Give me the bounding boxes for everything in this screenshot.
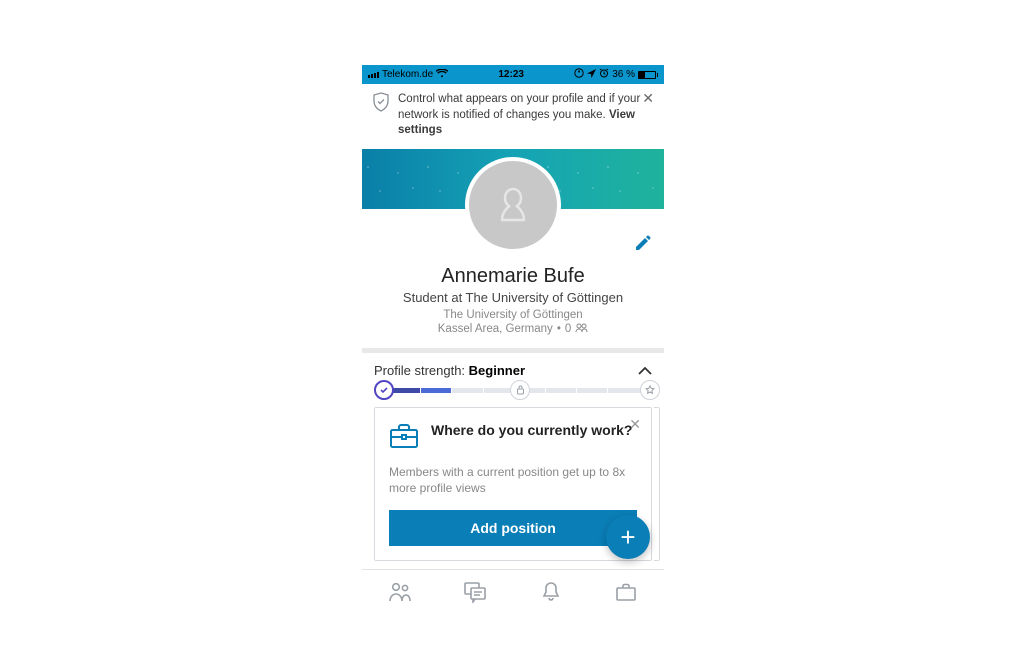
compass-icon (574, 68, 584, 81)
plus-icon: + (620, 524, 635, 550)
phone-frame: Telekom.de 12:23 36 % (362, 65, 664, 615)
lock-icon (516, 385, 525, 395)
profile-strength-section: Profile strength: Beginner (362, 353, 664, 397)
carrier-label: Telekom.de (382, 69, 433, 80)
profile-school: The University of Göttingen (372, 309, 654, 321)
alarm-icon (599, 68, 609, 81)
signal-icon (368, 72, 379, 78)
card-question: Where do you currently work? (431, 422, 632, 440)
profile-hero (362, 149, 664, 257)
profile-info: Annemarie Bufe Student at The University… (362, 257, 664, 348)
privacy-banner: Control what appears on your profile and… (362, 84, 664, 149)
profile-name: Annemarie Bufe (372, 265, 654, 288)
briefcase-nav-icon (615, 582, 637, 602)
connection-count: 0 (565, 323, 571, 335)
edit-profile-button[interactable] (634, 234, 652, 257)
nav-network[interactable] (380, 572, 420, 612)
battery-icon (638, 71, 658, 79)
location-arrow-icon (587, 69, 596, 81)
add-position-button[interactable]: Add position (389, 510, 637, 546)
nav-jobs[interactable] (606, 572, 646, 612)
card-subtext: Members with a current position get up t… (389, 464, 637, 496)
star-icon (645, 385, 655, 395)
strength-level: Beginner (469, 363, 525, 378)
bottom-nav (362, 569, 664, 615)
bell-icon (541, 581, 561, 603)
banner-close-button[interactable]: ✕ (642, 90, 654, 107)
strength-meter (374, 388, 652, 393)
clock: 12:23 (498, 69, 524, 80)
next-card-peek[interactable] (654, 407, 660, 561)
avatar[interactable] (465, 157, 561, 253)
profile-headline: Student at The University of Göttingen (372, 290, 654, 305)
people-icon (388, 581, 412, 603)
profile-location: Kassel Area, Germany (438, 323, 553, 335)
nav-notifications[interactable] (531, 572, 571, 612)
strength-label: Profile strength: (374, 363, 465, 378)
wifi-icon (436, 69, 448, 81)
shield-icon (372, 92, 390, 117)
status-bar: Telekom.de 12:23 36 % (362, 65, 664, 84)
add-fab[interactable]: + (606, 515, 650, 559)
banner-text: Control what appears on your profile and… (398, 92, 654, 139)
connections-icon (575, 323, 588, 336)
battery-pct: 36 % (612, 69, 635, 80)
card-close-button[interactable]: ✕ (629, 416, 641, 433)
nav-messaging[interactable] (455, 572, 495, 612)
collapse-button[interactable] (638, 363, 652, 378)
chat-icon (463, 581, 487, 603)
briefcase-icon (389, 422, 419, 452)
person-icon (491, 183, 535, 227)
